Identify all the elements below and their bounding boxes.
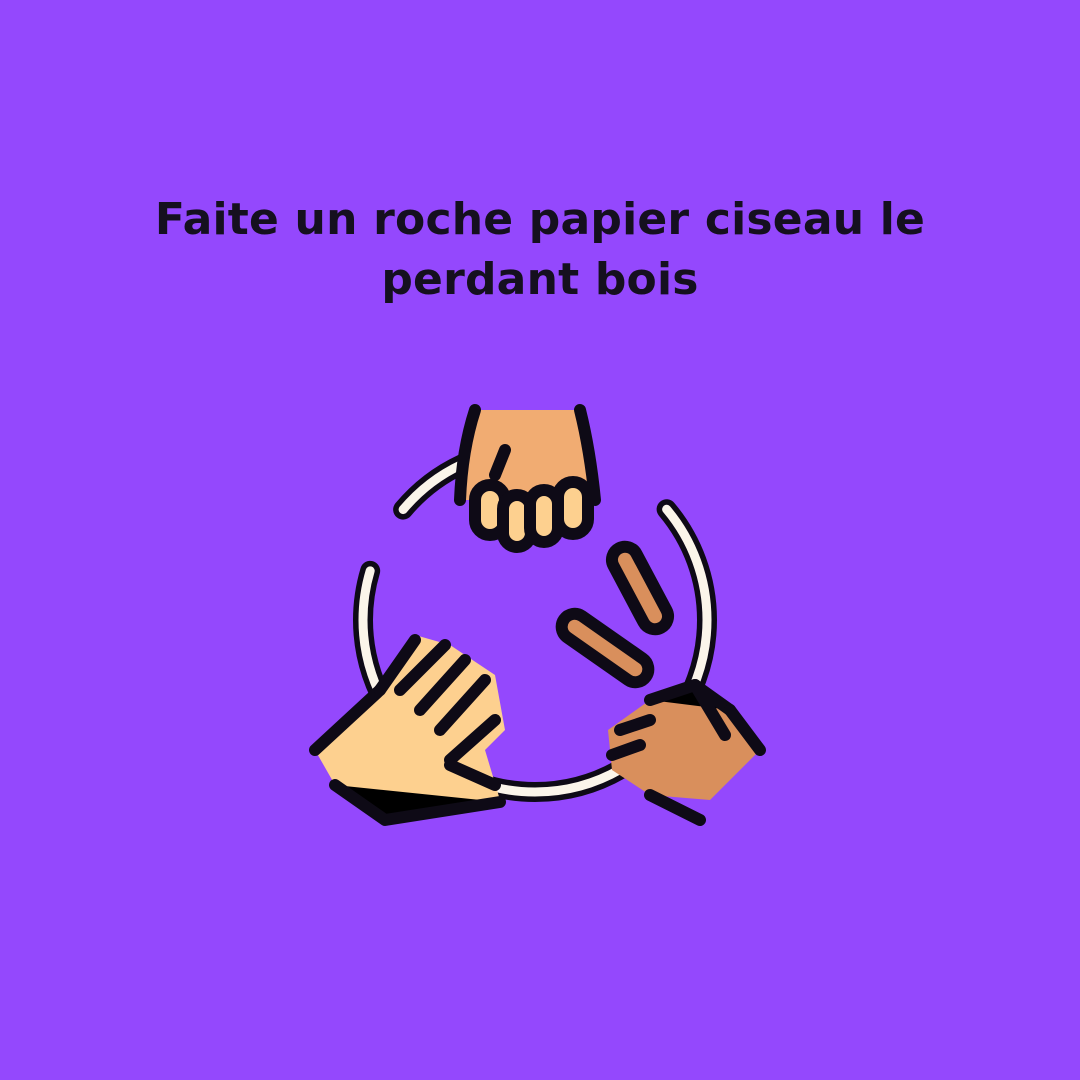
rock-fist-icon: [454, 404, 601, 553]
prompt-text: Faite un roche papier ciseau le perdant …: [154, 194, 926, 305]
game-card: Faite un roche papier ciseau le perdant …: [0, 0, 1080, 1080]
rock-paper-scissors-icon: [290, 390, 790, 850]
paper-hand-icon: [309, 634, 506, 826]
